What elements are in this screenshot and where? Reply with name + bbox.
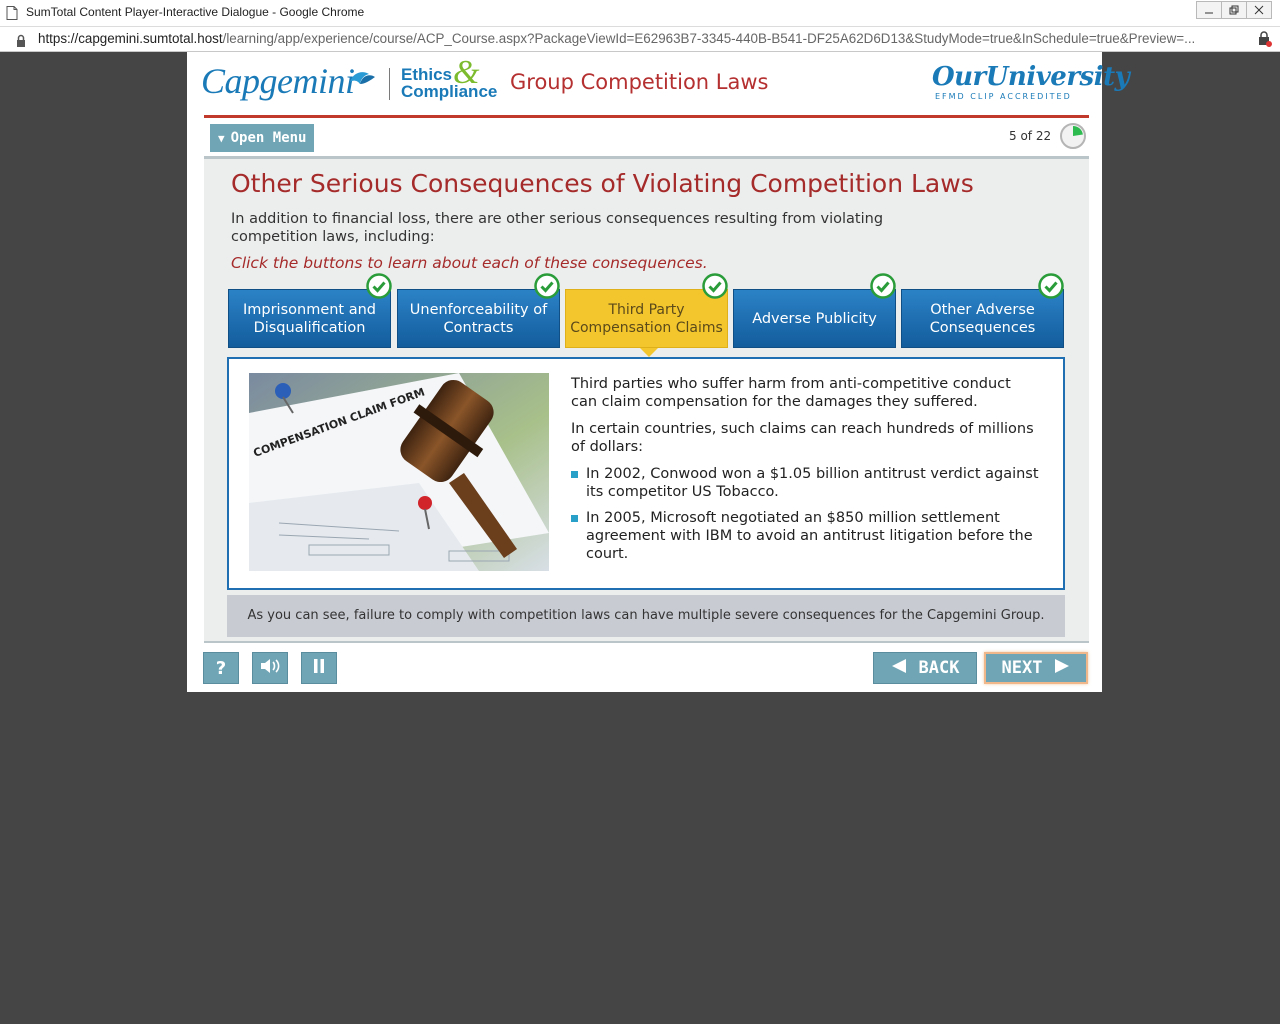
check-circle-icon: [366, 273, 392, 303]
help-button[interactable]: ?: [203, 652, 239, 684]
open-menu-button[interactable]: ▼ Open Menu: [210, 124, 314, 152]
page-indicator: 5 of 22: [1009, 129, 1052, 143]
back-label: BACK: [918, 658, 960, 678]
browser-titlebar: SumTotal Content Player-Interactive Dial…: [0, 0, 1280, 27]
back-button[interactable]: BACK: [873, 652, 977, 684]
help-label: ?: [215, 657, 227, 679]
capgemini-logo: Capgemini: [201, 61, 355, 101]
course-title: Group Competition Laws: [510, 70, 769, 94]
check-circle-icon: [1038, 273, 1064, 303]
capgemini-spade-icon: [347, 68, 377, 96]
extension-icon[interactable]: [1258, 31, 1272, 51]
slide-intro: In addition to financial loss, there are…: [231, 211, 884, 245]
minimize-icon[interactable]: [1196, 1, 1222, 19]
course-header: Capgemini Ethics Compliance & Group Comp…: [187, 52, 1130, 118]
lock-icon: [16, 32, 26, 51]
pause-icon: [313, 658, 325, 679]
audio-button[interactable]: [252, 652, 288, 684]
pause-button[interactable]: [301, 652, 337, 684]
check-circle-icon: [702, 273, 728, 303]
consequence-panel: COMPENSATION CLAIM FORM Third parties wh…: [227, 357, 1065, 590]
footer-divider: [204, 641, 1089, 643]
compensation-claim-image: COMPENSATION CLAIM FORM: [249, 373, 549, 571]
triangle-right-icon: [1054, 658, 1070, 679]
our-university-subtitle: EFMD CLIP ACCREDITED: [935, 92, 1072, 101]
tab-label: Adverse Publicity: [752, 310, 877, 327]
panel-paragraph: In certain countries, such claims can re…: [571, 421, 1034, 455]
restore-icon[interactable]: [1221, 1, 1247, 19]
tab-label: Other Adverse Consequences: [929, 301, 1036, 336]
panel-text: Third parties who suffer harm from anti-…: [571, 375, 1041, 571]
menu-bar: ▼ Open Menu 5 of 22: [204, 118, 1089, 156]
url-host: https://capgemini.sumtotal.host: [38, 31, 223, 46]
ethics-label: Ethics: [401, 65, 453, 84]
list-item: In 2005, Microsoft negotiated an $850 mi…: [571, 509, 1041, 563]
progress-pie-icon: [1059, 122, 1087, 154]
tab-label: Imprisonment and Disqualification: [242, 301, 377, 336]
check-circle-icon: [534, 273, 560, 303]
speaker-icon: [259, 657, 281, 680]
url-path: /learning/app/experience/course/ACP_Cour…: [222, 31, 1196, 46]
ethics-compliance-logo: Ethics Compliance: [401, 66, 497, 100]
open-menu-label: Open Menu: [230, 130, 307, 146]
list-item: In 2002, Conwood won a $1.05 billion ant…: [571, 465, 1041, 501]
window-title: SumTotal Content Player-Interactive Dial…: [26, 5, 365, 19]
slide-title: Other Serious Consequences of Violating …: [231, 169, 974, 198]
summary-bar: As you can see, failure to comply with c…: [227, 595, 1065, 637]
triangle-left-icon: [891, 658, 907, 679]
compliance-label: Compliance: [401, 82, 498, 101]
panel-paragraph: Third parties who suffer harm from anti-…: [571, 376, 1011, 410]
active-tab-pointer: [640, 348, 658, 357]
course-player: Capgemini Ethics Compliance & Group Comp…: [187, 52, 1130, 692]
triangle-down-icon: ▼: [218, 131, 225, 145]
slide-instruction: Click the buttons to learn about each of…: [231, 254, 708, 272]
address-bar[interactable]: https://capgemini.sumtotal.host/learning…: [0, 27, 1280, 52]
next-label: NEXT: [1001, 658, 1043, 678]
our-university-logo: OurUniversity: [932, 62, 1130, 92]
tab-label: Third Party Compensation Claims: [570, 301, 723, 336]
close-icon[interactable]: [1246, 1, 1272, 19]
tab-label: Unenforceability of Contracts: [409, 301, 548, 336]
check-circle-icon: [870, 273, 896, 303]
window-controls: [1196, 1, 1272, 19]
document-icon: [6, 5, 18, 24]
logo-divider: [389, 68, 390, 100]
summary-text: As you can see, failure to comply with c…: [247, 608, 1045, 623]
next-button[interactable]: NEXT: [984, 652, 1088, 684]
url-text[interactable]: https://capgemini.sumtotal.host/learning…: [38, 31, 1195, 46]
slide-content: Other Serious Consequences of Violating …: [204, 156, 1089, 641]
ethics-ampersand: &: [453, 54, 480, 91]
